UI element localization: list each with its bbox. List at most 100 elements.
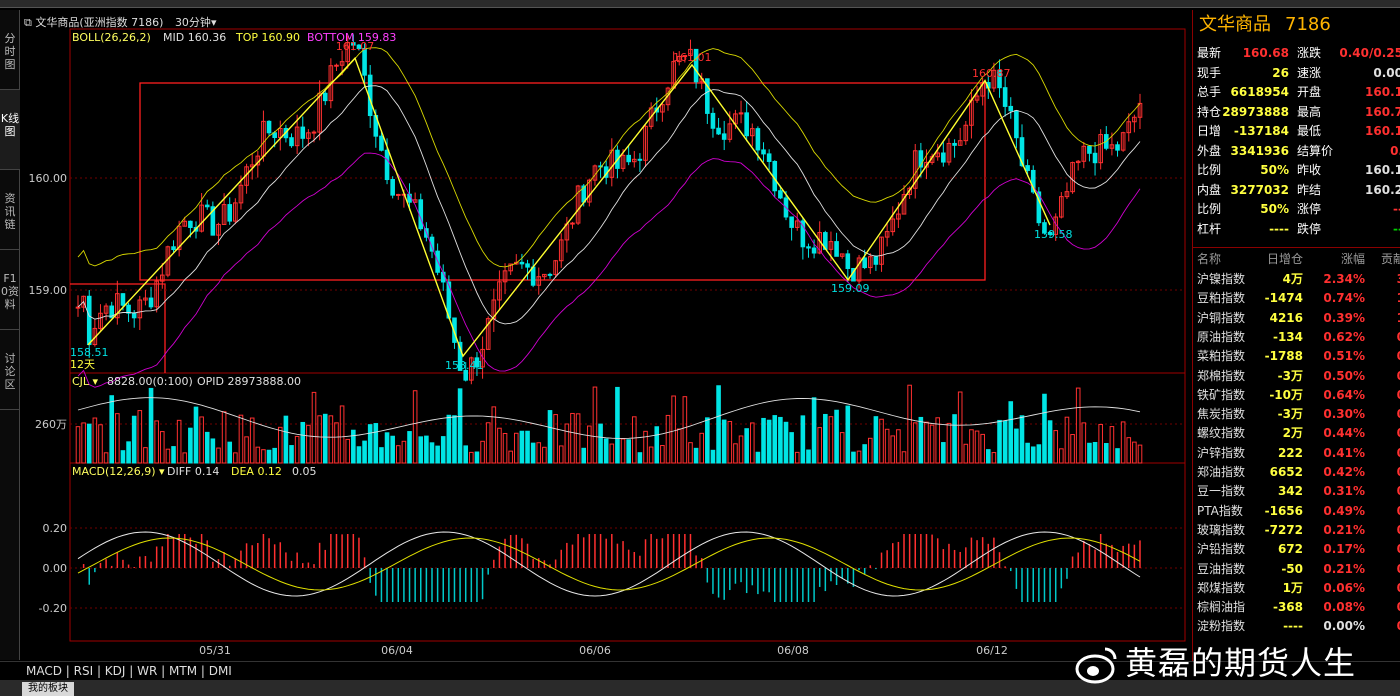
period-select[interactable]: 30分钟 xyxy=(175,16,211,29)
volume-bar xyxy=(412,390,418,464)
volume-bar xyxy=(345,438,351,464)
volume-bar xyxy=(738,435,744,464)
sector-change: 0.17% xyxy=(1323,542,1365,557)
volume-bar xyxy=(789,432,794,464)
sector-name: 棕榈油指 xyxy=(1197,600,1246,615)
volume-bar xyxy=(294,435,300,464)
sector-contribution: 0 xyxy=(1397,560,1400,579)
quote-label: 昨收 xyxy=(1297,163,1322,177)
volume-bar xyxy=(1053,430,1059,464)
volume-bar xyxy=(693,447,699,464)
volume-bar xyxy=(1025,442,1030,464)
volume-bar xyxy=(834,409,839,464)
list-item[interactable]: 菜粕指数 -1788 0.51% 0 xyxy=(1193,347,1400,366)
volume-bar xyxy=(502,432,508,464)
quote-value: 160.1 xyxy=(1365,163,1400,177)
list-item[interactable]: 豆一指数 342 0.31% 0 xyxy=(1193,482,1400,501)
volume-bar xyxy=(536,442,542,464)
volume-bar xyxy=(542,446,547,464)
volume-bar xyxy=(188,427,193,464)
list-item[interactable]: 郑棉指数 -3万 0.50% 0 xyxy=(1193,367,1400,386)
sector-change: 0.64% xyxy=(1323,387,1365,402)
volume-bar xyxy=(817,427,823,464)
volume-bar xyxy=(570,412,575,464)
macd-tick: 0.00 xyxy=(43,562,68,575)
sector-oi-change: -50 xyxy=(1281,561,1303,576)
candle-body xyxy=(300,126,306,139)
volume-bar xyxy=(373,423,379,464)
list-item[interactable]: 原油指数 -134 0.62% 0 xyxy=(1193,328,1400,347)
volume-bar xyxy=(395,445,401,464)
chevron-down-icon[interactable]: ▾ xyxy=(211,16,217,29)
list-item[interactable]: 玻璃指数 -7272 0.21% 0 xyxy=(1193,521,1400,540)
volume-bar xyxy=(176,419,182,464)
volume-bar xyxy=(862,444,867,464)
sector-change: 0.49% xyxy=(1323,503,1365,518)
list-item[interactable]: 豆油指数 -50 0.21% 0 xyxy=(1193,560,1400,579)
volume-bar xyxy=(879,418,884,464)
volume-bar xyxy=(800,415,806,464)
candle-body xyxy=(379,135,384,151)
macd-diff: DIFF 0.14 xyxy=(167,465,219,478)
list-item[interactable]: 郑煤指数 1万 0.06% 0 xyxy=(1193,579,1400,598)
volume-bar xyxy=(98,424,103,464)
sector-oi-change: -10万 xyxy=(1269,387,1303,402)
candle-body xyxy=(266,120,272,134)
candle-body xyxy=(1014,110,1019,139)
volume-bar xyxy=(339,405,345,464)
candle-body xyxy=(873,256,879,265)
list-item[interactable]: 豆粕指数 -1474 0.74% 1 xyxy=(1193,289,1400,308)
pivot-label: 161.01 xyxy=(673,51,712,64)
volume-bar xyxy=(547,410,553,464)
volume-bar xyxy=(620,438,626,464)
list-item[interactable]: 沪铜指数 4216 0.39% 1 xyxy=(1193,309,1400,328)
volume-bar xyxy=(721,419,727,464)
quote-value: -- xyxy=(1393,202,1400,216)
list-item[interactable]: PTA指数 -1656 0.49% 0 xyxy=(1193,502,1400,521)
list-item[interactable]: 郑油指数 6652 0.42% 0 xyxy=(1193,463,1400,482)
list-item[interactable]: 沪铅指数 672 0.17% 0 xyxy=(1193,540,1400,559)
candle-body xyxy=(778,190,783,199)
volume-bar xyxy=(429,442,435,464)
sector-contribution: 0 xyxy=(1397,502,1400,521)
list-item[interactable]: 螺纹指数 2万 0.44% 0 xyxy=(1193,424,1400,443)
volume-bar xyxy=(626,439,631,464)
sector-name: 豆一指数 xyxy=(1197,484,1246,499)
volume-bar xyxy=(384,432,390,464)
instrument-title[interactable]: 文华商品(亚洲指数 7186) xyxy=(35,16,163,29)
sector-name: 玻璃指数 xyxy=(1197,522,1246,537)
sector-oi-change: 4216 xyxy=(1269,310,1303,325)
list-item[interactable]: 棕榈油指 -368 0.08% 0 xyxy=(1193,598,1400,617)
volume-bar xyxy=(1137,444,1143,464)
volume-bar xyxy=(564,423,570,464)
volume-bar xyxy=(637,452,643,464)
list-item[interactable]: 铁矿指数 -10万 0.64% 0 xyxy=(1193,386,1400,405)
list-item[interactable]: 焦炭指数 -3万 0.30% 0 xyxy=(1193,405,1400,424)
volume-bar xyxy=(744,428,749,464)
volume-bar xyxy=(991,452,997,464)
quote-row: 日增 -137184 最低 160.1 xyxy=(1193,122,1400,141)
sector-name: 铁矿指数 xyxy=(1197,387,1246,402)
quote-label: 内盘 xyxy=(1197,182,1222,197)
quote-label: 开盘 xyxy=(1297,85,1322,99)
volume-bar xyxy=(266,449,272,464)
list-item[interactable]: 沪锌指数 222 0.41% 0 xyxy=(1193,444,1400,463)
quote-label: 外盘 xyxy=(1197,143,1222,158)
list-item[interactable]: 沪镍指数 4万 2.34% 3 xyxy=(1193,270,1400,289)
volume-bar xyxy=(289,445,294,464)
volume-bar xyxy=(143,447,148,464)
quote-row: 内盘 3277032 昨结 160.2 xyxy=(1193,181,1400,200)
quote-label: 持仓 xyxy=(1197,104,1222,119)
window-icon[interactable]: ⧉ xyxy=(24,16,32,29)
volume-bar xyxy=(1115,448,1120,464)
pivot-label: 12天 xyxy=(70,358,95,371)
volume-bar xyxy=(985,449,991,464)
list-item[interactable]: 淀粉指数 ---- 0.00% 0 xyxy=(1193,617,1400,636)
volume-bar xyxy=(727,421,733,464)
my-sector-tab[interactable]: 我的板块 xyxy=(22,682,74,696)
candle-body xyxy=(570,222,575,225)
kline-chart[interactable]: 160.00 159.00 260万 0.20 0.00 -0.20 05/31 06/04 0… xyxy=(0,0,1192,661)
sector-contribution: 0 xyxy=(1397,598,1400,617)
volume-bar xyxy=(755,451,761,464)
sector-name: 沪镍指数 xyxy=(1197,272,1246,286)
